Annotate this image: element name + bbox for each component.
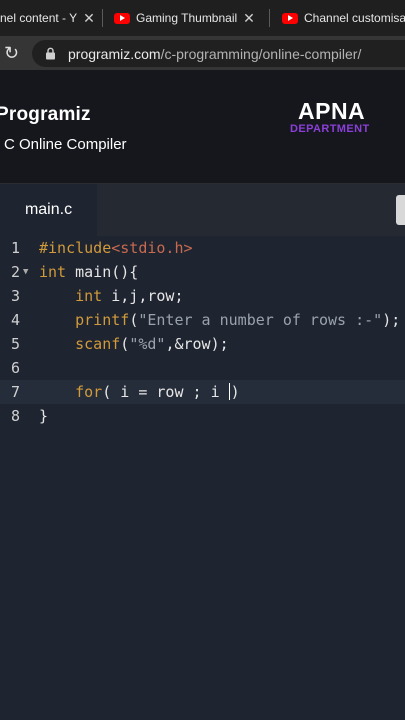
editor-tab-bar: main.c bbox=[0, 184, 405, 236]
address-bar: ↻ programiz.com/c-programming/online-com… bbox=[0, 36, 405, 70]
close-icon[interactable]: ✕ bbox=[83, 10, 95, 27]
tab-separator bbox=[269, 9, 270, 27]
url-path: /c-programming/online-compiler/ bbox=[160, 45, 362, 62]
code-text: int main(){ bbox=[39, 263, 139, 281]
line-number: 8 bbox=[10, 407, 20, 425]
code-text: int i,j,row; bbox=[75, 287, 184, 305]
code-text: scanf("%d",&row); bbox=[75, 335, 229, 353]
browser-tab-3-label: Channel customisati bbox=[304, 11, 405, 25]
line-number: 4 bbox=[10, 311, 20, 329]
browser-tab-2-label: Gaming Thumbnail bbox=[136, 11, 238, 25]
code-text: #include<stdio.h> bbox=[39, 239, 193, 257]
code-line[interactable]: 6 bbox=[0, 356, 405, 380]
line-number: 5 bbox=[10, 335, 20, 353]
url-text: programiz.com/c-programming/online-compi… bbox=[68, 46, 361, 62]
site-header: Programiz C Online Compiler APNA DEPARTM… bbox=[0, 70, 405, 184]
line-number: 3 bbox=[10, 287, 20, 305]
page-title: C Online Compiler bbox=[4, 136, 127, 153]
line-number: 2 bbox=[10, 263, 20, 281]
browser-tab-strip: nel content - Y ✕ Gaming Thumbnail ✕ Cha… bbox=[0, 0, 405, 36]
code-editor[interactable]: 1 #include<stdio.h> 2 ▼ int main(){ 3 int i,j… bbox=[0, 236, 405, 720]
code-line[interactable]: 5 scanf("%d",&row); bbox=[0, 332, 405, 356]
fold-arrow-icon[interactable]: ▼ bbox=[23, 267, 28, 277]
browser-tab-3[interactable]: Channel customisati bbox=[282, 0, 405, 36]
file-tab-main-c[interactable]: main.c bbox=[0, 184, 97, 236]
code-line[interactable]: 8} bbox=[0, 404, 405, 428]
code-line[interactable]: 4 printf("Enter a number of rows :-"); bbox=[0, 308, 405, 332]
code-line[interactable]: 3 int i,j,row; bbox=[0, 284, 405, 308]
browser-tab-2[interactable]: Gaming Thumbnail ✕ bbox=[114, 0, 262, 36]
lock-icon[interactable] bbox=[42, 47, 58, 60]
url-host: programiz.com bbox=[68, 45, 161, 62]
youtube-icon bbox=[282, 12, 298, 24]
run-button[interactable] bbox=[396, 195, 405, 225]
apna-logo-line1: APNA bbox=[298, 98, 366, 124]
browser-tab-1[interactable]: nel content - Y ✕ bbox=[0, 0, 96, 36]
url-field[interactable]: programiz.com/c-programming/online-compi… bbox=[32, 40, 405, 67]
youtube-icon bbox=[114, 12, 130, 24]
tab-separator bbox=[102, 9, 103, 27]
programiz-logo[interactable]: Programiz bbox=[0, 104, 91, 126]
reload-icon[interactable]: ↻ bbox=[4, 43, 19, 64]
browser-tab-1-label: nel content - Y bbox=[0, 11, 78, 25]
code-line[interactable]: 7 for( i = row ; i ) bbox=[0, 380, 405, 404]
line-number: 7 bbox=[10, 383, 20, 401]
code-text: for( i = row ; i ) bbox=[75, 383, 240, 401]
line-number: 6 bbox=[10, 359, 20, 377]
code-text: } bbox=[39, 407, 49, 425]
code-line[interactable]: 1 #include<stdio.h> bbox=[0, 236, 405, 260]
apna-logo-line2: DEPARTMENT bbox=[290, 123, 370, 135]
text-cursor bbox=[228, 383, 230, 400]
code-text: printf("Enter a number of rows :-"); bbox=[75, 311, 401, 329]
code-line[interactable]: 2 ▼ int main(){ bbox=[0, 260, 405, 284]
close-icon[interactable]: ✕ bbox=[243, 10, 255, 27]
line-number: 1 bbox=[10, 239, 20, 257]
